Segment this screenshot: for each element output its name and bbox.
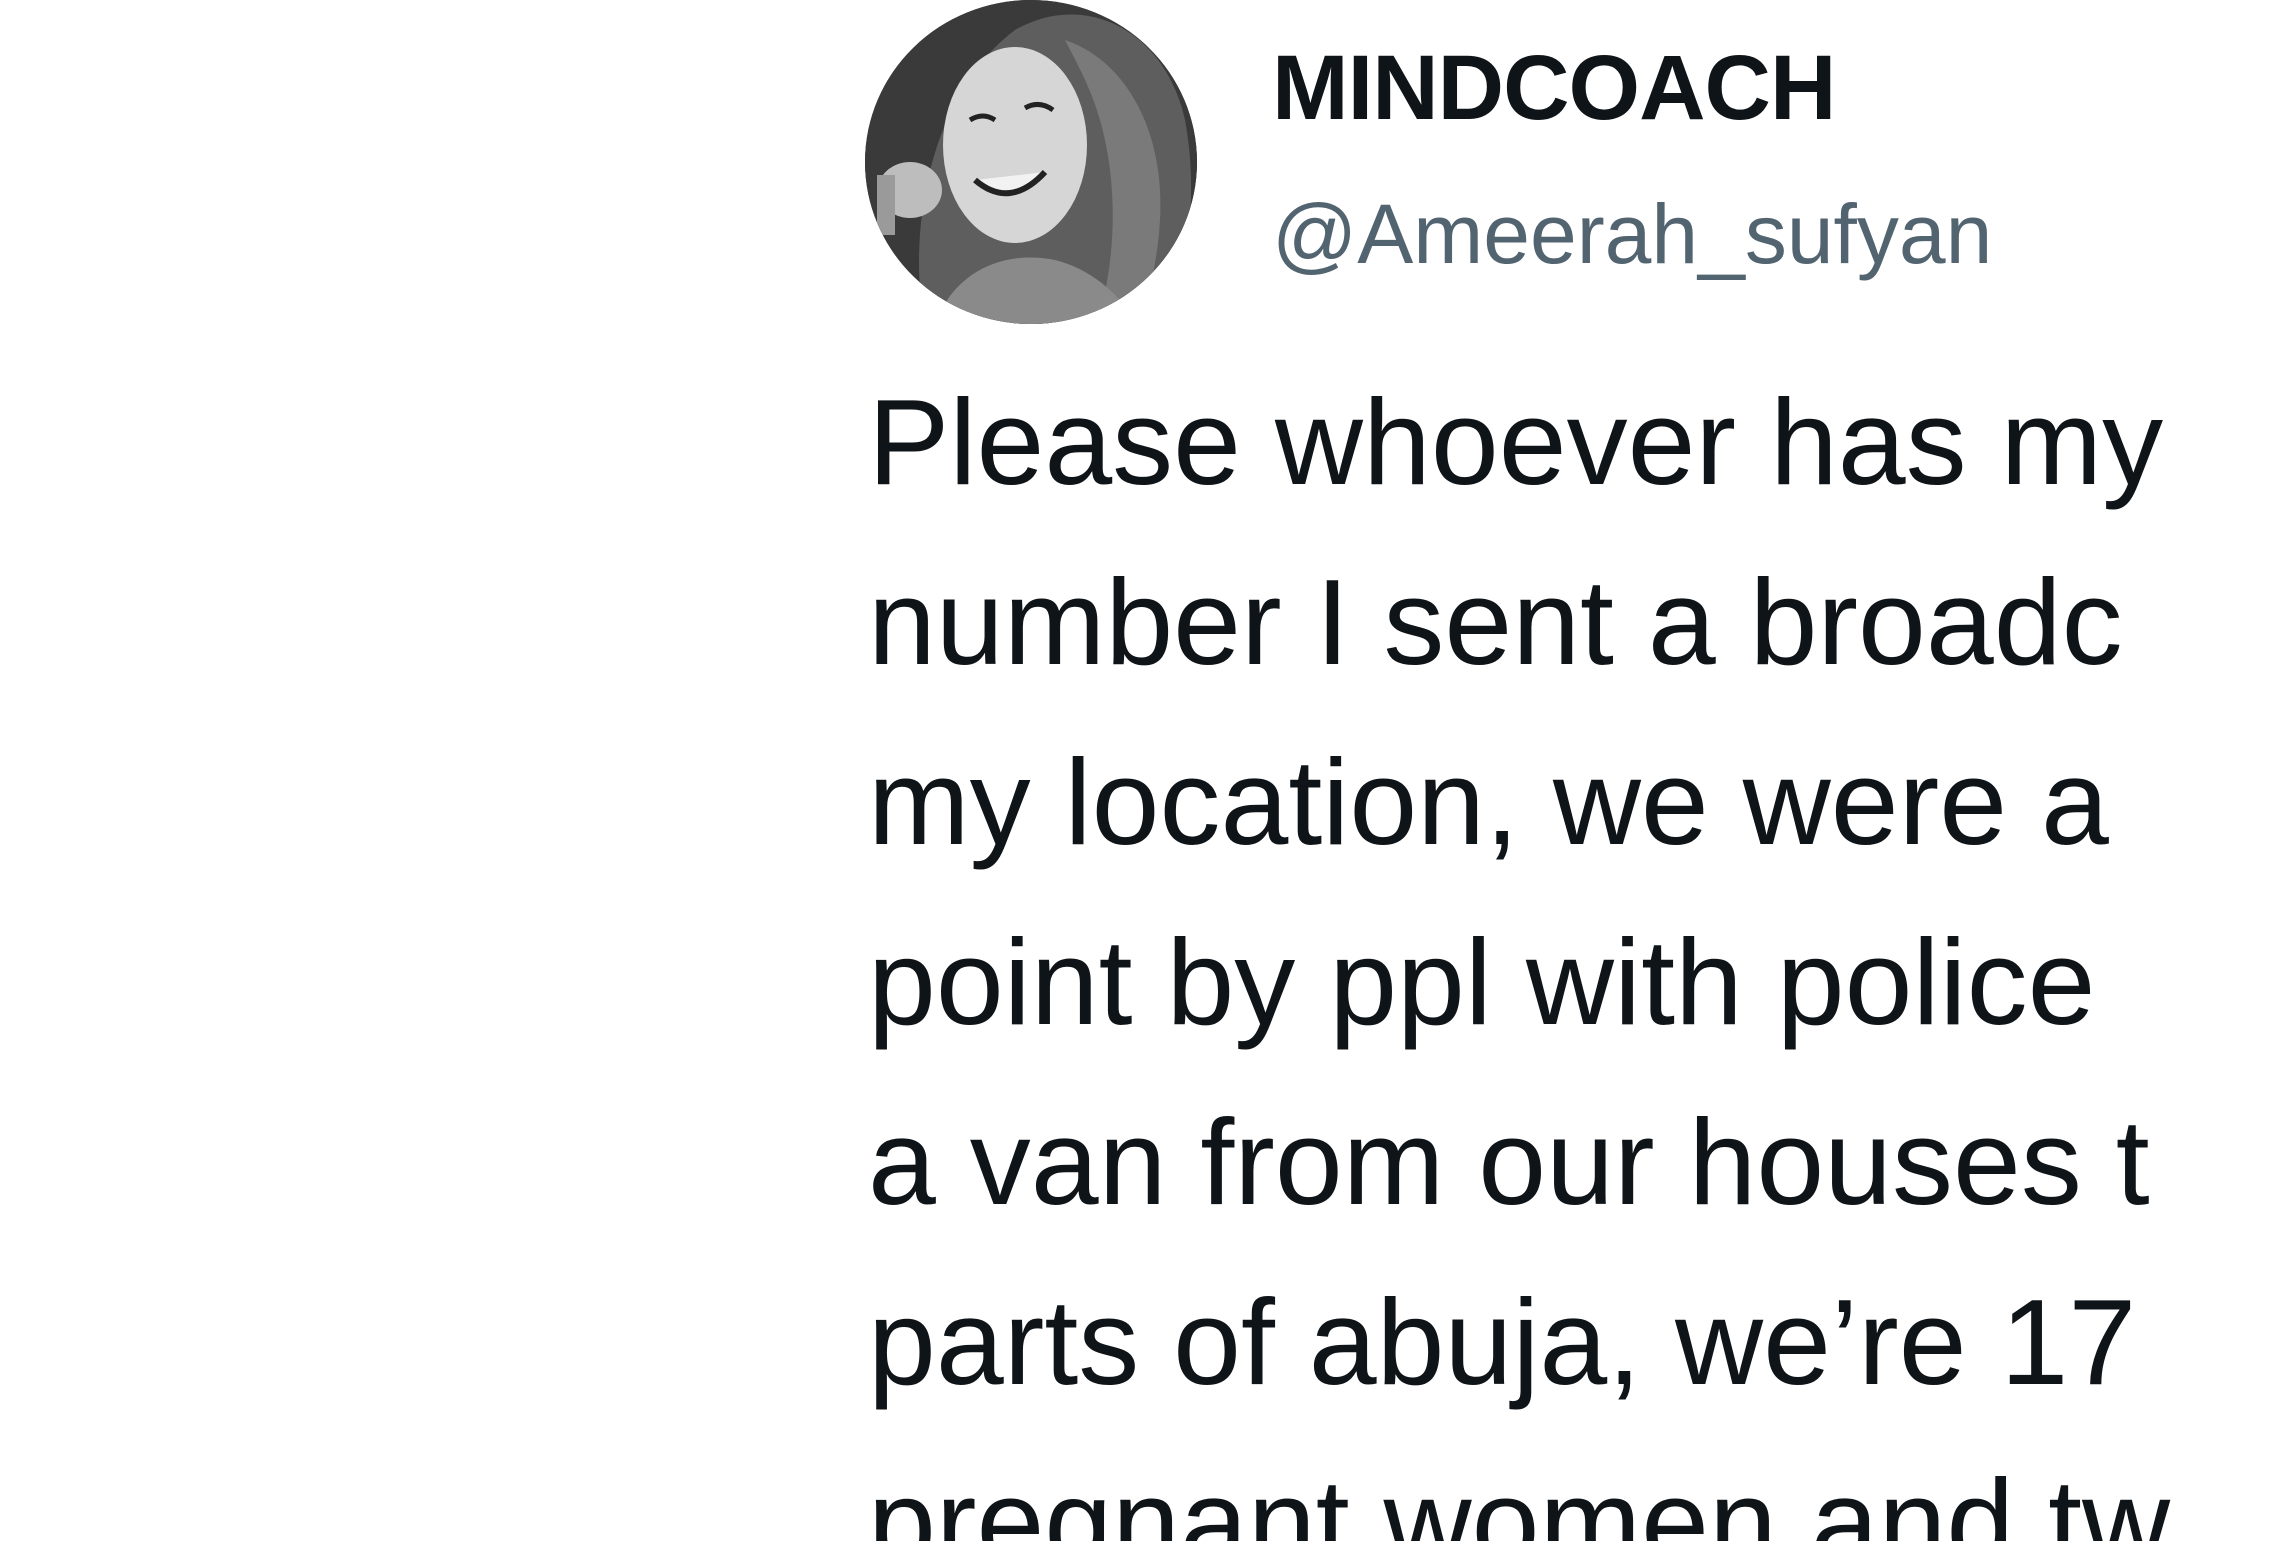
- tweet-card: MINDCOACH @Ameerah_sufyan Please whoever…: [0, 0, 2289, 1541]
- tweet-text: Please whoever has my number I sent a br…: [868, 352, 2289, 1541]
- tweet-text-line: pregnant women and tw: [868, 1454, 2171, 1541]
- tweet-text-line: number I sent a broadc: [868, 554, 2123, 690]
- tweet-text-line: a van from our houses t: [868, 1094, 2150, 1230]
- display-name[interactable]: MINDCOACH: [1272, 36, 1836, 141]
- tweet-text-line: point by ppl with police: [868, 914, 2096, 1050]
- tweet-text-line: my location, we were a: [868, 734, 2109, 870]
- tweet-text-line: Please whoever has my: [868, 374, 2164, 510]
- user-handle[interactable]: @Ameerah_sufyan: [1272, 186, 1992, 283]
- avatar[interactable]: [865, 0, 1197, 324]
- profile-photo-icon: [865, 0, 1197, 324]
- tweet-text-line: parts of abuja, we’re 17: [868, 1274, 2137, 1410]
